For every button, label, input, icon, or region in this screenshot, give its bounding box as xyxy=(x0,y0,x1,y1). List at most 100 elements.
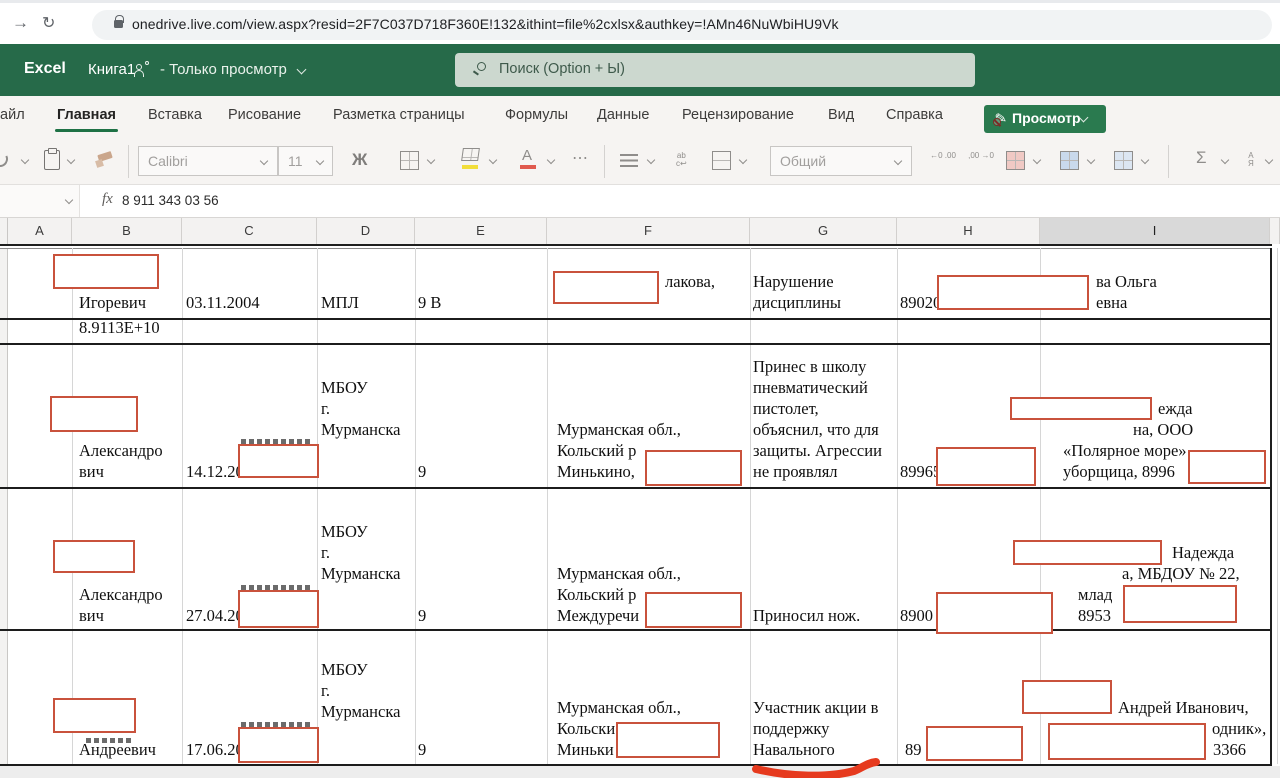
ribbon-tab-1[interactable]: Главная xyxy=(57,107,116,123)
column-header-H[interactable]: H xyxy=(897,218,1040,244)
decrease-decimal-icon[interactable]: ←0 .00 xyxy=(930,152,956,160)
cell-text: 89 xyxy=(905,739,922,760)
cell-text: 03.11.2004 xyxy=(186,292,260,313)
chevron-down-icon xyxy=(316,157,324,165)
column-header-G[interactable]: G xyxy=(750,218,897,244)
redaction-box xyxy=(645,592,742,628)
chevron-down-icon xyxy=(260,157,268,165)
sort-chevron-icon[interactable] xyxy=(1265,156,1273,164)
cell-text: МБОУг.Мурманска xyxy=(321,659,400,722)
format-as-table-icon[interactable] xyxy=(1060,151,1079,170)
redaction-box xyxy=(1048,723,1206,760)
column-header-A[interactable]: A xyxy=(8,218,72,244)
borders-chevron-icon[interactable] xyxy=(427,156,435,164)
increase-decimal-icon[interactable]: ,00 →0 xyxy=(968,152,994,160)
screen: → ↻ onedrive.live.com/view.aspx?resid=2F… xyxy=(0,0,1280,778)
font-color-chevron-icon[interactable] xyxy=(547,156,555,164)
paste-chevron-icon[interactable] xyxy=(67,156,75,164)
chevron-down-icon[interactable] xyxy=(297,65,307,75)
redaction-box xyxy=(50,396,138,432)
redaction-box xyxy=(238,590,319,628)
ribbon-tab-7[interactable]: Рецензирование xyxy=(682,107,794,123)
fill-color-icon[interactable] xyxy=(461,148,480,161)
more-font-options-button[interactable]: ⋯ xyxy=(572,148,588,168)
bold-button[interactable]: Ж xyxy=(352,150,367,170)
select-all-corner[interactable] xyxy=(0,218,8,244)
cell-text: уборщица, 8996 xyxy=(1063,461,1175,482)
cf-chevron-icon[interactable] xyxy=(1033,156,1041,164)
autosum-button[interactable]: Σ xyxy=(1196,148,1207,168)
reload-icon[interactable]: ↻ xyxy=(42,13,55,33)
column-header-C[interactable]: C xyxy=(182,218,317,244)
redaction-box xyxy=(937,275,1089,310)
undo-icon[interactable] xyxy=(0,149,10,170)
autosum-chevron-icon[interactable] xyxy=(1221,156,1229,164)
covered-text-smudge xyxy=(241,722,313,727)
paste-icon[interactable] xyxy=(44,150,60,170)
document-title[interactable]: Книга1 xyxy=(88,61,135,78)
align-icon[interactable] xyxy=(620,154,638,167)
chevron-down-icon xyxy=(894,157,902,165)
font-name-select[interactable]: Calibri xyxy=(138,146,278,176)
ribbon-tab-bar: Файл Главная Вставка Рисование Разметка стра… xyxy=(0,96,1280,138)
cell-text: на, ООО xyxy=(1133,419,1193,440)
merge-cells-icon[interactable] xyxy=(712,151,731,170)
redaction-box xyxy=(1022,680,1112,714)
font-color-bar xyxy=(520,165,536,169)
cell-text: ва Ольгаевна xyxy=(1096,271,1157,313)
ribbon-tab-2[interactable]: Вставка xyxy=(148,107,202,123)
column-header-F[interactable]: F xyxy=(547,218,750,244)
redaction-box xyxy=(645,450,742,486)
table-right-border xyxy=(1270,248,1272,764)
font-size-select[interactable]: 11 xyxy=(278,146,333,176)
format-painter-icon[interactable] xyxy=(96,152,114,168)
column-header-I[interactable]: I xyxy=(1040,218,1270,244)
ribbon-tab-4[interactable]: Разметка страницы xyxy=(333,107,465,123)
column-header-E[interactable]: E xyxy=(415,218,547,244)
cell-text: Александрович xyxy=(79,584,163,626)
gridline-vertical xyxy=(547,248,548,764)
search-placeholder: Поиск (Option + Ы) xyxy=(499,61,625,77)
undo-chevron-icon[interactable] xyxy=(21,156,29,164)
spreadsheet-grid[interactable]: ABCDEFGHIИгоревич03.11.2004МПЛ9 Влакова,… xyxy=(0,218,1280,778)
ribbon-tab-9[interactable]: Справка xyxy=(886,107,943,123)
redaction-box xyxy=(1123,585,1237,623)
fill-chevron-icon[interactable] xyxy=(489,156,497,164)
wrap-text-icon[interactable]: abc↩ xyxy=(676,152,687,168)
ribbon-tab-8[interactable]: Вид xyxy=(828,107,854,123)
column-header-B[interactable]: B xyxy=(72,218,182,244)
borders-icon[interactable] xyxy=(400,151,419,170)
number-format-select[interactable]: Общий xyxy=(770,146,912,176)
merge-chevron-icon[interactable] xyxy=(739,156,747,164)
forward-icon[interactable]: → xyxy=(12,13,29,33)
search-input[interactable]: Поиск (Option + Ы) xyxy=(455,53,975,87)
sort-filter-icon[interactable]: АЯ xyxy=(1248,152,1254,168)
ribbon-tab-0[interactable]: Файл xyxy=(0,107,25,123)
redaction-box xyxy=(936,592,1053,634)
align-chevron-icon[interactable] xyxy=(647,156,655,164)
cell-text: 3366 xyxy=(1213,739,1246,760)
cell-text: 8900 xyxy=(900,605,933,626)
redaction-box xyxy=(53,698,136,733)
app-title: Excel xyxy=(24,60,66,78)
view-only-label[interactable]: - Только просмотр xyxy=(160,61,287,78)
cell-styles-icon[interactable] xyxy=(1114,151,1133,170)
row-border xyxy=(0,318,1272,320)
redaction-box xyxy=(1010,397,1152,420)
styles-chevron-icon[interactable] xyxy=(1141,156,1149,164)
table-chevron-icon[interactable] xyxy=(1087,156,1095,164)
ribbon-tab-6[interactable]: Данные xyxy=(597,107,649,123)
font-color-button[interactable]: А xyxy=(522,147,532,164)
column-header-D[interactable]: D xyxy=(317,218,415,244)
view-mode-button[interactable]: ✎ Просмотр xyxy=(984,105,1106,133)
empty-row-strip xyxy=(0,766,1280,778)
conditional-formatting-icon[interactable] xyxy=(1006,151,1025,170)
cell-text: МБОУг.Мурманска xyxy=(321,377,400,440)
redaction-box xyxy=(53,254,159,289)
red-marker-underline xyxy=(745,752,905,778)
url-bar[interactable]: onedrive.live.com/view.aspx?resid=2F7C03… xyxy=(92,10,1272,40)
ribbon-tab-3[interactable]: Рисование xyxy=(228,107,301,123)
formula-value[interactable]: 8 911 343 03 56 xyxy=(122,193,219,208)
search-icon xyxy=(477,62,486,71)
ribbon-tab-5[interactable]: Формулы xyxy=(505,107,568,123)
